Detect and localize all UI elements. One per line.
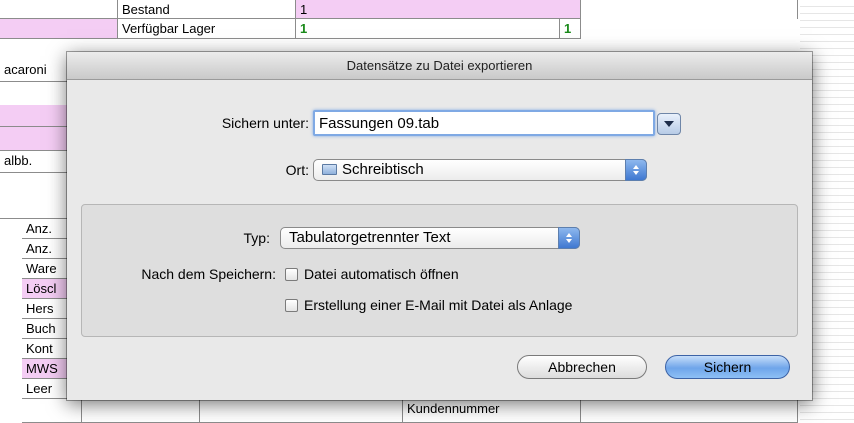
cell-verfuegbar-value-b: 1 [560,19,581,39]
cell [82,399,200,423]
folder-icon [322,164,337,175]
after-save-label: Nach dem Speichern: [141,266,276,282]
type-label: Typ: [243,230,270,246]
cancel-button[interactable]: Abbrechen [517,355,647,379]
popup-arrows-icon [625,159,647,181]
type-value: Tabulatorgetrennter Text [289,229,451,246]
filename-input[interactable] [313,110,655,136]
chevron-down-icon [664,121,674,127]
cell [0,0,118,19]
type-popup[interactable]: Tabulatorgetrennter Text [280,227,580,249]
cell-verfuegbar-label: Verfügbar Lager [118,19,296,39]
dialog-title: Datensätze zu Datei exportieren [67,52,812,80]
email-attachment-checkbox[interactable] [285,299,298,312]
save-as-label: Sichern unter: [221,115,309,131]
email-attachment-label[interactable]: Erstellung einer E-Mail mit Datei als An… [304,297,572,313]
location-label: Ort: [285,162,309,178]
cell-kundennummer: Kundennummer [403,399,581,423]
expand-dialog-button[interactable] [657,113,681,135]
popup-arrows-icon [558,227,580,249]
cell-bestand-label: Bestand [118,0,296,19]
cell-verfuegbar-value: 1 [296,19,560,39]
cell [0,19,118,39]
auto-open-label[interactable]: Datei automatisch öffnen [304,266,459,282]
cell [581,0,798,19]
export-dialog: Datensätze zu Datei exportieren Sichern … [67,52,812,400]
cell [581,399,798,423]
save-button[interactable]: Sichern [665,355,790,379]
auto-open-checkbox[interactable] [285,268,298,281]
location-popup[interactable]: Schreibtisch [313,159,647,181]
options-box: Typ: Tabulatorgetrennter Text Nach dem S… [81,204,798,337]
cell-bestand-value[interactable]: 1 [296,0,581,19]
location-value: Schreibtisch [342,161,424,178]
cell [200,399,403,423]
cell [22,399,82,423]
